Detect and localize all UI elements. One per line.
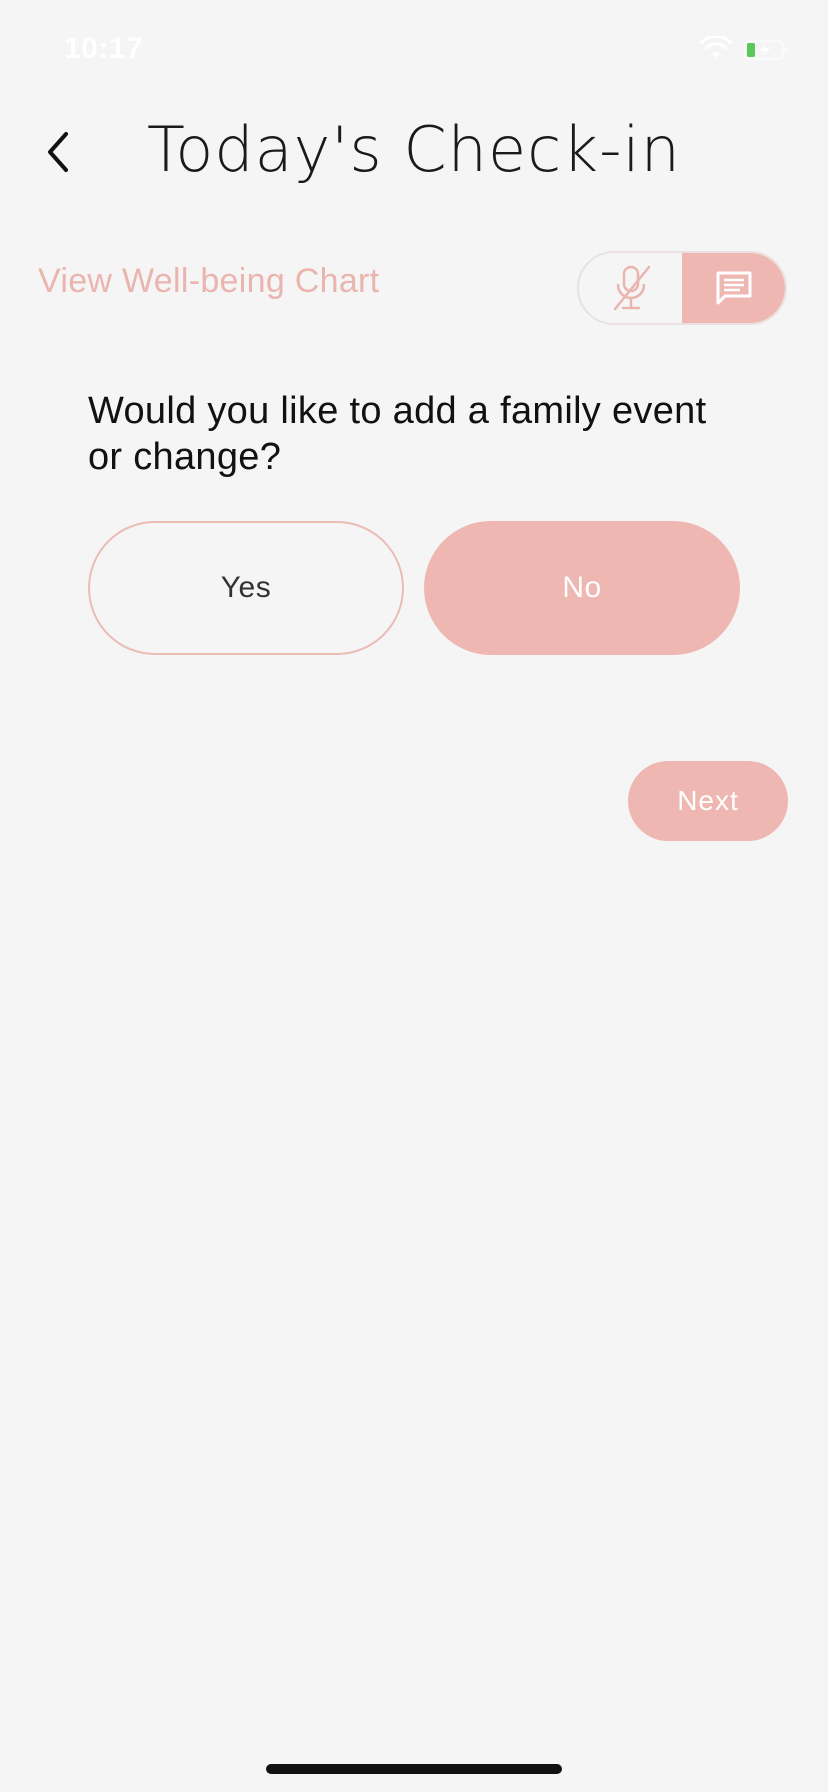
status-bar: 10:17 — [0, 0, 828, 100]
text-mode-option[interactable] — [682, 253, 785, 323]
no-button[interactable]: No — [424, 521, 740, 655]
no-button-label: No — [562, 571, 602, 604]
yes-button-label: Yes — [220, 571, 272, 604]
wifi-icon — [700, 36, 732, 58]
next-button[interactable]: Next — [628, 761, 788, 841]
voice-mode-option[interactable] — [579, 253, 682, 323]
chevron-left-icon — [48, 132, 68, 172]
yes-button[interactable]: Yes — [88, 521, 404, 655]
view-wellbeing-chart-link[interactable]: View Well-being Chart — [38, 262, 379, 301]
next-button-label: Next — [677, 785, 739, 816]
input-mode-toggle — [577, 251, 787, 325]
home-indicator[interactable] — [266, 1764, 562, 1774]
mic-off-icon — [613, 265, 650, 311]
status-time: 10:17 — [64, 32, 144, 65]
page-title: Today's Check-in — [147, 113, 681, 186]
chat-icon — [716, 271, 751, 305]
back-button[interactable] — [30, 120, 86, 184]
question-text: Would you like to add a family event or … — [88, 390, 707, 478]
battery-charging-icon — [744, 40, 787, 60]
